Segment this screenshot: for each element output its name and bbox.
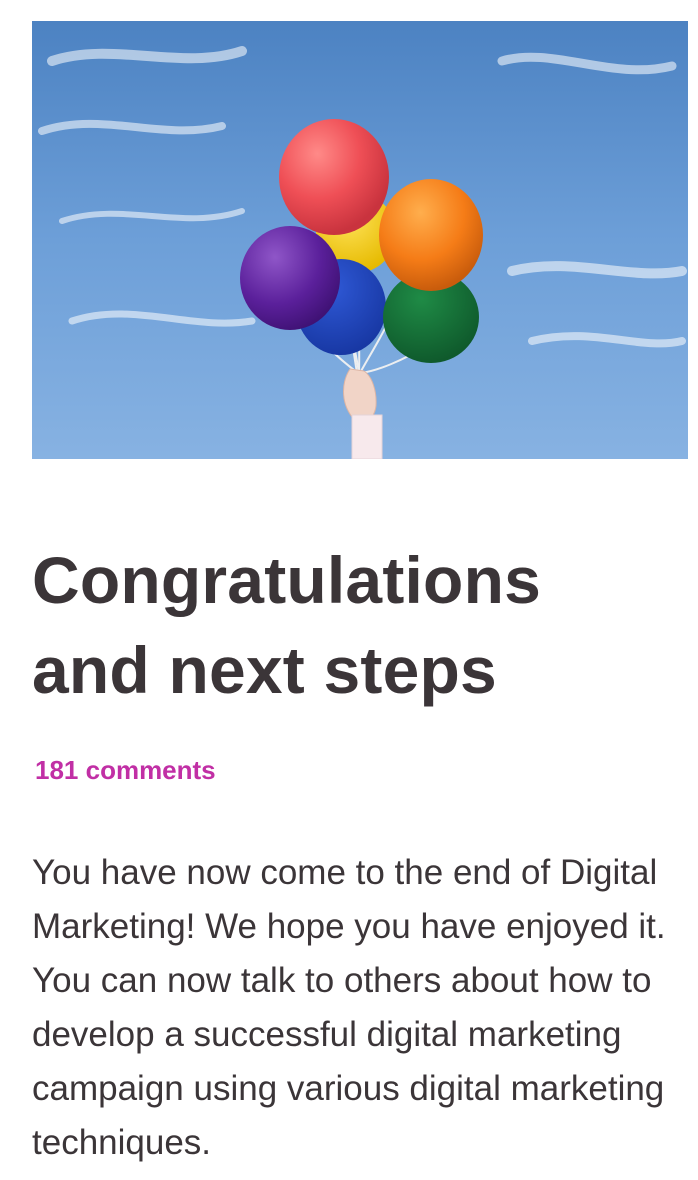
article-page: Congratulations and next steps 181 comme… [0, 0, 698, 1180]
orange-balloon [379, 179, 483, 291]
comments-link[interactable]: 181 comments [35, 752, 216, 788]
purple-balloon [240, 226, 340, 330]
hero-image [32, 21, 688, 459]
sleeve [351, 414, 383, 459]
balloons-illustration [32, 21, 688, 459]
article-body-text: You have now come to the end of Digital … [32, 853, 666, 1162]
red-balloon [279, 119, 389, 235]
page-title: Congratulations and next steps [32, 543, 541, 707]
